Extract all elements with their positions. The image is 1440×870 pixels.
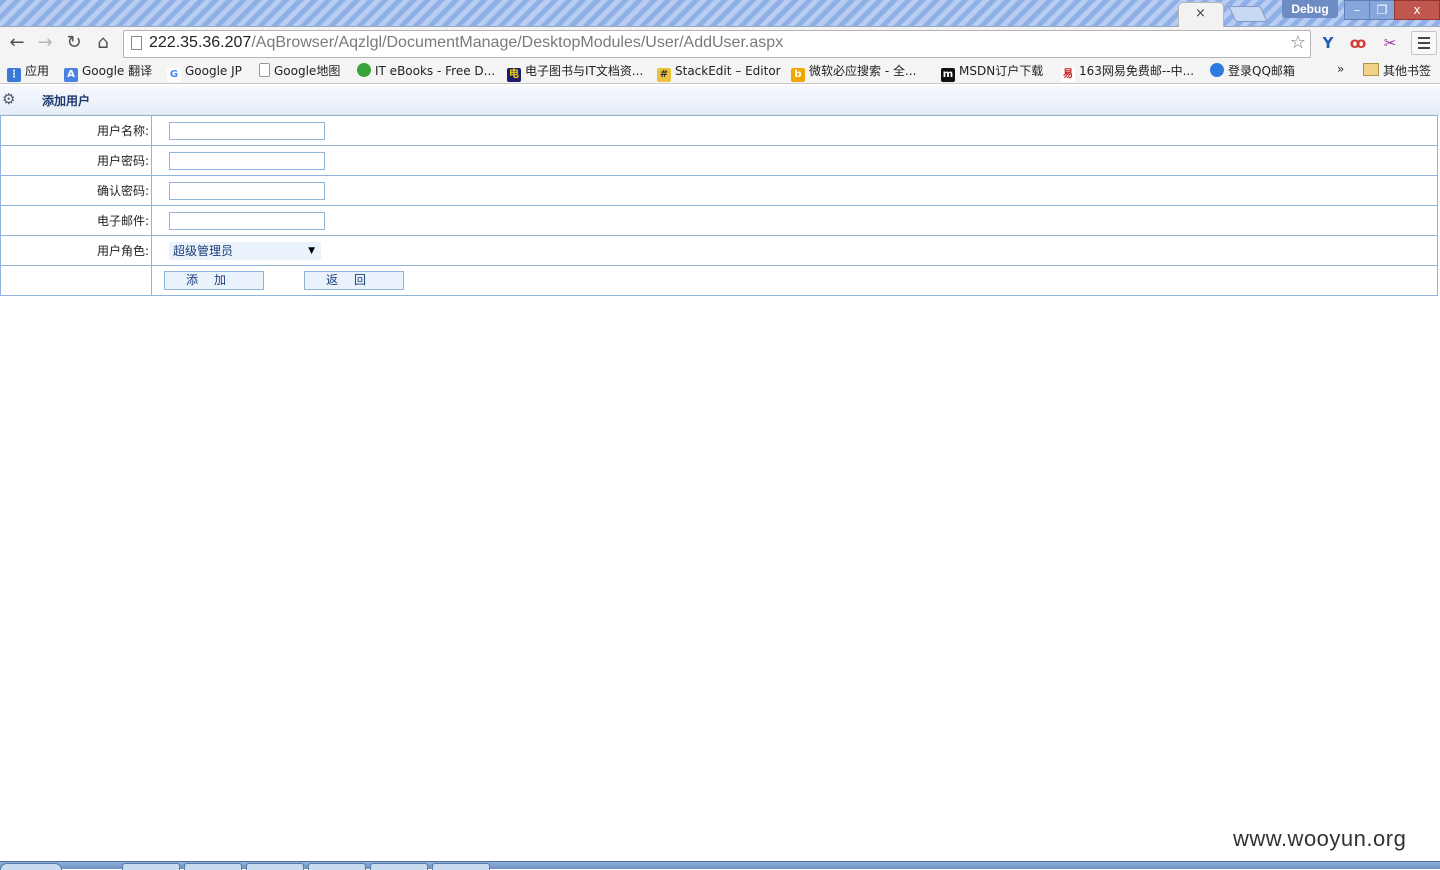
- extension-circles-icon[interactable]: ꝏ: [1347, 33, 1369, 53]
- taskbar-item[interactable]: [122, 863, 180, 870]
- back-arrow-icon[interactable]: ←: [5, 31, 29, 55]
- form-row-email: 电子邮件:: [0, 205, 1438, 236]
- confirm-password-input[interactable]: [169, 181, 325, 200]
- tab-close-icon[interactable]: ×: [1195, 6, 1206, 21]
- url-text[interactable]: 222.35.36.207/AqBrowser/Aqzlgl/DocumentM…: [149, 34, 783, 52]
- folder-icon: [1363, 63, 1379, 76]
- window-label: Debug: [1282, 0, 1338, 18]
- form-row-username: 用户名称:: [0, 115, 1438, 146]
- bing-icon: b: [791, 68, 805, 82]
- bookmarks-overflow-button[interactable]: »: [1337, 62, 1344, 76]
- extension-scissors-icon[interactable]: ✂: [1379, 33, 1401, 53]
- actions-spacer: [0, 265, 152, 296]
- url-host: 222.35.36.207: [149, 34, 252, 51]
- add-user-form: 用户名称: 用户密码: 确认密码: 电子邮件: 用户角色: 超级管理员 ▼ 添加…: [0, 115, 1438, 296]
- back-button[interactable]: 返回: [304, 271, 404, 290]
- bookmark-apps[interactable]: ⋮ 应用: [7, 62, 49, 82]
- username-label: 用户名称:: [0, 115, 152, 146]
- minimize-icon[interactable]: –: [1344, 0, 1370, 20]
- msdn-icon: m: [941, 68, 955, 82]
- bookmark-bing[interactable]: b 微软必应搜索 - 全...: [791, 62, 916, 82]
- email-input[interactable]: [169, 211, 325, 230]
- role-selected-value: 超级管理员: [173, 243, 234, 258]
- page-title: 添加用户: [42, 94, 91, 108]
- gear-icon: ⚙: [2, 90, 16, 108]
- add-button[interactable]: 添加: [164, 271, 264, 290]
- watermark: www.wooyun.org: [1233, 826, 1407, 851]
- url-path: /AqBrowser/Aqzlgl/DocumentManage/Desktop…: [251, 34, 784, 51]
- dropdown-arrow-icon: ▼: [308, 245, 315, 256]
- google-translate-icon: A: [64, 68, 78, 82]
- bookmark-qq-mail[interactable]: 登录QQ邮箱: [1210, 62, 1295, 80]
- confirm-password-label: 确认密码:: [0, 175, 152, 206]
- form-row-actions: 添加 返回: [0, 265, 1438, 296]
- bookmark-google-translate[interactable]: A Google 翻译: [64, 62, 152, 82]
- taskbar-item[interactable]: [308, 863, 366, 870]
- reload-icon[interactable]: ↻: [62, 31, 86, 55]
- bookmark-163-mail[interactable]: 易 163网易免费邮--中...: [1061, 62, 1194, 82]
- new-tab-button[interactable]: [1228, 6, 1268, 22]
- chrome-menu-icon[interactable]: [1411, 31, 1437, 55]
- google-icon: G: [167, 68, 181, 82]
- role-select[interactable]: 超级管理员 ▼: [169, 241, 321, 260]
- start-button[interactable]: [0, 863, 62, 870]
- ebook-icon: 电: [507, 68, 521, 82]
- bookmark-ebook-docs[interactable]: 电电子图书与IT文档资...: [507, 62, 643, 82]
- qqmail-icon: [1210, 63, 1224, 77]
- bookmarks-bar: ⋮ 应用 A Google 翻译 G Google JP Google地图 IT eB…: [0, 59, 1440, 84]
- stackedit-icon: #: [657, 68, 671, 82]
- bookmark-it-ebooks[interactable]: IT eBooks - Free D...: [357, 62, 495, 80]
- browser-tab[interactable]: ×: [1178, 2, 1224, 27]
- forward-arrow-icon[interactable]: →: [33, 31, 57, 55]
- role-label: 用户角色:: [0, 235, 152, 266]
- page-icon: [259, 63, 270, 77]
- address-bar[interactable]: 222.35.36.207/AqBrowser/Aqzlgl/DocumentM…: [123, 30, 1311, 58]
- itebooks-icon: [357, 63, 371, 77]
- taskbar-item[interactable]: [246, 863, 304, 870]
- username-input[interactable]: [169, 121, 325, 140]
- bookmark-star-icon[interactable]: ☆: [1290, 32, 1306, 53]
- taskbar-item[interactable]: [184, 863, 242, 870]
- other-bookmarks-folder[interactable]: 其他书签: [1363, 62, 1431, 80]
- bookmark-google-jp[interactable]: G Google JP: [167, 62, 242, 82]
- taskbar-item[interactable]: [432, 863, 490, 870]
- tab-strip: × Debug – ❐ x: [0, 0, 1440, 27]
- page-header: ⚙ 添加用户: [0, 86, 1440, 115]
- page-icon: [131, 36, 142, 50]
- password-label: 用户密码:: [0, 145, 152, 176]
- form-row-password: 用户密码:: [0, 145, 1438, 176]
- netease-icon: 易: [1061, 68, 1075, 82]
- password-input[interactable]: [169, 151, 325, 170]
- bookmark-stackedit[interactable]: # StackEdit – Editor: [657, 62, 781, 82]
- browser-toolbar: ← → ↻ ⌂ 222.35.36.207/AqBrowser/Aqzlgl/D…: [0, 27, 1440, 59]
- window-close-icon[interactable]: x: [1394, 0, 1440, 20]
- email-label: 电子邮件:: [0, 205, 152, 236]
- apps-grid-icon: ⋮: [7, 68, 21, 82]
- extension-v-icon[interactable]: Y: [1317, 33, 1339, 53]
- form-row-confirm-password: 确认密码:: [0, 175, 1438, 206]
- form-row-role: 用户角色: 超级管理员 ▼: [0, 235, 1438, 266]
- bookmark-msdn[interactable]: m MSDN订户下载: [941, 62, 1043, 82]
- bookmark-google-maps[interactable]: Google地图: [259, 62, 340, 80]
- home-icon[interactable]: ⌂: [91, 31, 115, 55]
- taskbar-item[interactable]: [370, 863, 428, 870]
- maximize-icon[interactable]: ❐: [1369, 0, 1395, 20]
